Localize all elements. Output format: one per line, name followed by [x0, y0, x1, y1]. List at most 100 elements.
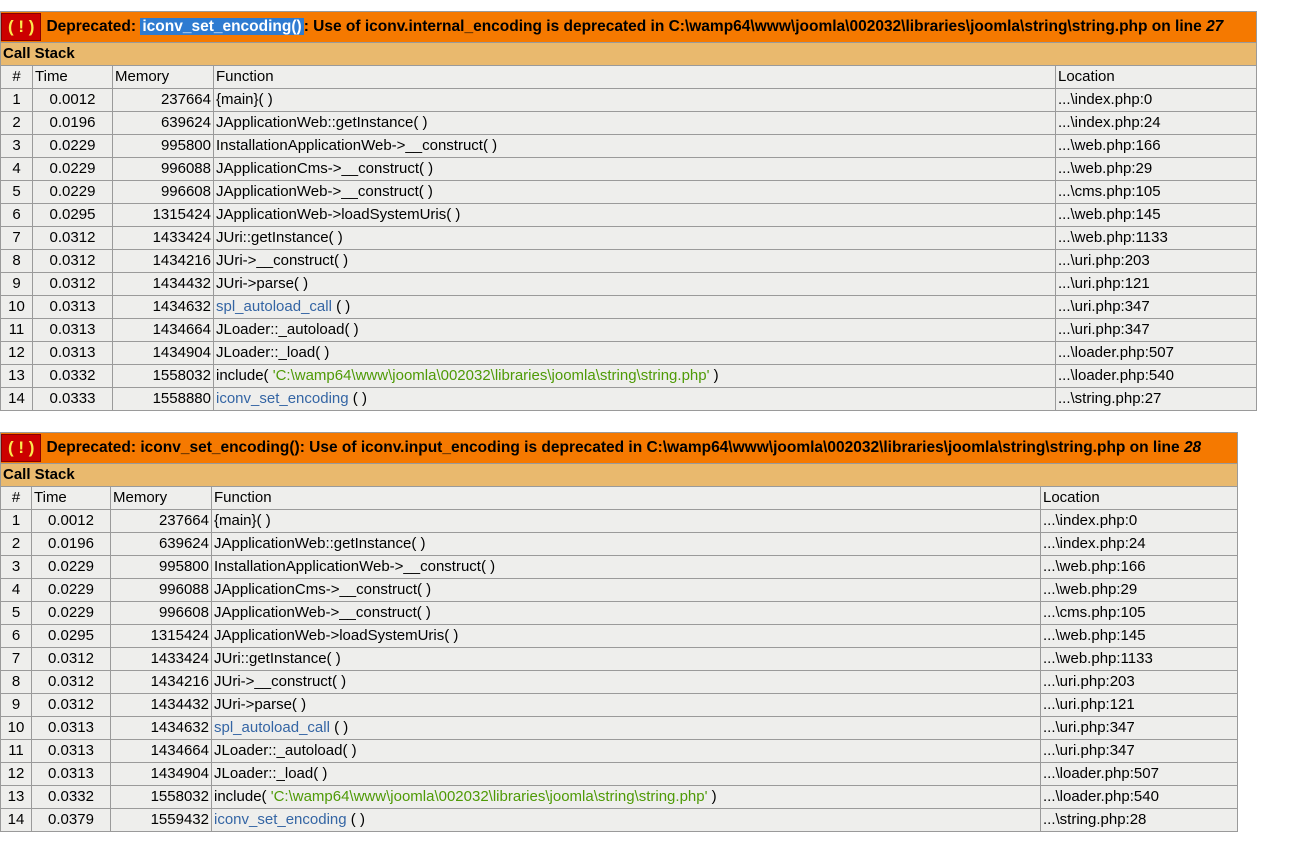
- row-num: 5: [0, 601, 32, 625]
- table-row: 14 0.0379 1559432 iconv_set_encoding ( )...…: [0, 808, 1239, 832]
- column-headers: # Time Memory Function Location: [0, 65, 1257, 89]
- error-message: : Use of iconv.input_encoding is depreca…: [299, 439, 1184, 456]
- error-prefix: Deprecated:: [46, 439, 141, 456]
- function-name: JApplicationWeb->loadSystemUris( ): [214, 627, 459, 644]
- row-time: 0.0229: [31, 578, 111, 602]
- row-function: JApplicationWeb::getInstance( ): [213, 111, 1056, 135]
- row-location: ...\loader.php:507: [1055, 341, 1257, 365]
- error-badge-icon: ( ! ): [1, 433, 42, 462]
- table-row: 13 0.0332 1558032 include( 'C:\wamp64\www\j…: [0, 364, 1257, 388]
- row-function: {main}( ): [213, 88, 1056, 112]
- row-time: 0.0379: [31, 808, 111, 832]
- row-time: 0.0332: [31, 785, 111, 809]
- col-function-header: Function: [211, 486, 1041, 510]
- function-name: include(: [216, 367, 273, 384]
- row-location: ...\uri.php:347: [1039, 716, 1239, 740]
- row-location: ...\string.php:27: [1055, 387, 1257, 411]
- row-time: 0.0333: [32, 387, 113, 411]
- row-location: ...\uri.php:347: [1039, 739, 1239, 763]
- function-parens: ( ): [331, 298, 351, 315]
- error-badge-icon: ( ! ): [1, 12, 42, 41]
- row-num: 2: [0, 111, 33, 135]
- error-function-selected[interactable]: iconv_set_encoding(): [140, 18, 304, 35]
- row-function: JApplicationCms->__construct( ): [213, 157, 1056, 181]
- col-function-header: Function: [213, 65, 1056, 89]
- error-header: ( ! ) Deprecated: iconv_set_encoding(): U…: [0, 432, 1239, 464]
- function-arg-string: 'C:\wamp64\www\joomla\002032\libraries\j…: [270, 788, 708, 805]
- table-row: 6 0.0295 1315424 JApplicationWeb->loadSyste…: [0, 203, 1257, 227]
- row-location: ...\web.php:1133: [1055, 226, 1257, 250]
- function-parens: ): [709, 367, 719, 384]
- row-memory: 995800: [112, 134, 214, 158]
- row-num: 14: [0, 808, 32, 832]
- table-row: 11 0.0313 1434664 JLoader::_autoload( ) ...\…: [0, 739, 1239, 763]
- call-stack-rows: 1 0.0012 237664 {main}( ) ...\index.php:0 2 0.…: [0, 509, 1239, 832]
- function-name: JUri->__construct( ): [216, 252, 349, 269]
- row-function: iconv_set_encoding ( ): [213, 387, 1056, 411]
- function-name: JApplicationWeb->loadSystemUris( ): [216, 206, 461, 223]
- function-parens: ( ): [329, 719, 349, 736]
- row-time: 0.0313: [31, 762, 111, 786]
- row-location: ...\web.php:166: [1055, 134, 1257, 158]
- function-link[interactable]: iconv_set_encoding: [216, 390, 349, 407]
- call-stack-rows: 1 0.0012 237664 {main}( ) ...\index.php:0 2 0.…: [0, 88, 1257, 411]
- row-location: ...\web.php:166: [1039, 555, 1239, 579]
- row-time: 0.0196: [32, 111, 113, 135]
- error-line: 27: [1206, 18, 1224, 35]
- row-function: JLoader::_load( ): [211, 762, 1041, 786]
- table-row: 3 0.0229 995800 InstallationApplicationWeb-…: [0, 134, 1257, 158]
- call-stack-header: Call Stack: [0, 463, 1239, 487]
- row-num: 4: [0, 157, 33, 181]
- row-function: include( 'C:\wamp64\www\joomla\002032\li…: [213, 364, 1056, 388]
- col-memory-header: Memory: [110, 486, 212, 510]
- row-memory: 1434632: [110, 716, 212, 740]
- row-memory: 1433424: [110, 647, 212, 671]
- error-function: iconv_set_encoding(): [140, 439, 300, 456]
- row-function: JUri::getInstance( ): [213, 226, 1056, 250]
- row-function: JLoader::_autoload( ): [213, 318, 1056, 342]
- row-time: 0.0313: [31, 716, 111, 740]
- table-row: 10 0.0313 1434632 spl_autoload_call ( ) ...\…: [0, 716, 1239, 740]
- row-time: 0.0295: [31, 624, 111, 648]
- call-stack-label: Call Stack: [0, 42, 1257, 66]
- row-function: JLoader::_autoload( ): [211, 739, 1041, 763]
- row-time: 0.0313: [32, 341, 113, 365]
- function-link[interactable]: spl_autoload_call: [214, 719, 330, 736]
- row-function: JUri->parse( ): [211, 693, 1041, 717]
- row-time: 0.0312: [32, 272, 113, 296]
- row-function: JApplicationWeb->loadSystemUris( ): [213, 203, 1056, 227]
- row-location: ...\uri.php:347: [1055, 318, 1257, 342]
- table-row: 4 0.0229 996088 JApplicationCms->__construc…: [0, 578, 1239, 602]
- function-name: JLoader::_autoload( ): [214, 742, 357, 759]
- row-num: 8: [0, 249, 33, 273]
- row-memory: 1434664: [110, 739, 212, 763]
- row-location: ...\cms.php:105: [1055, 180, 1257, 204]
- row-num: 3: [0, 134, 33, 158]
- row-function: JApplicationWeb::getInstance( ): [211, 532, 1041, 556]
- col-time-header: Time: [31, 486, 111, 510]
- row-function: JUri->__construct( ): [211, 670, 1041, 694]
- row-num: 6: [0, 203, 33, 227]
- function-name: JUri::getInstance( ): [214, 650, 341, 667]
- table-row: 2 0.0196 639624 JApplicationWeb::getInstanc…: [0, 532, 1239, 556]
- row-location: ...\web.php:145: [1055, 203, 1257, 227]
- table-row: 8 0.0312 1434216 JUri->__construct( ) ...\ur…: [0, 249, 1257, 273]
- row-memory: 1434216: [112, 249, 214, 273]
- function-link[interactable]: iconv_set_encoding: [214, 811, 347, 828]
- col-location-header: Location: [1039, 486, 1239, 510]
- row-num: 6: [0, 624, 32, 648]
- row-num: 12: [0, 762, 32, 786]
- table-row: 13 0.0332 1558032 include( 'C:\wamp64\www\j…: [0, 785, 1239, 809]
- error-message: : Use of iconv.internal_encoding is depr…: [303, 18, 1207, 35]
- function-name: InstallationApplicationWeb->__construct(…: [216, 137, 498, 154]
- error-header: ( ! ) Deprecated: iconv_set_encoding(): U…: [0, 11, 1257, 43]
- row-memory: 1558880: [112, 387, 214, 411]
- col-num-header: #: [0, 65, 33, 89]
- row-time: 0.0312: [31, 670, 111, 694]
- function-link[interactable]: spl_autoload_call: [216, 298, 332, 315]
- row-num: 11: [0, 318, 33, 342]
- row-num: 5: [0, 180, 33, 204]
- row-time: 0.0229: [31, 555, 111, 579]
- row-memory: 1558032: [112, 364, 214, 388]
- table-row: 9 0.0312 1434432 JUri->parse( ) ...\uri.php:…: [0, 272, 1257, 296]
